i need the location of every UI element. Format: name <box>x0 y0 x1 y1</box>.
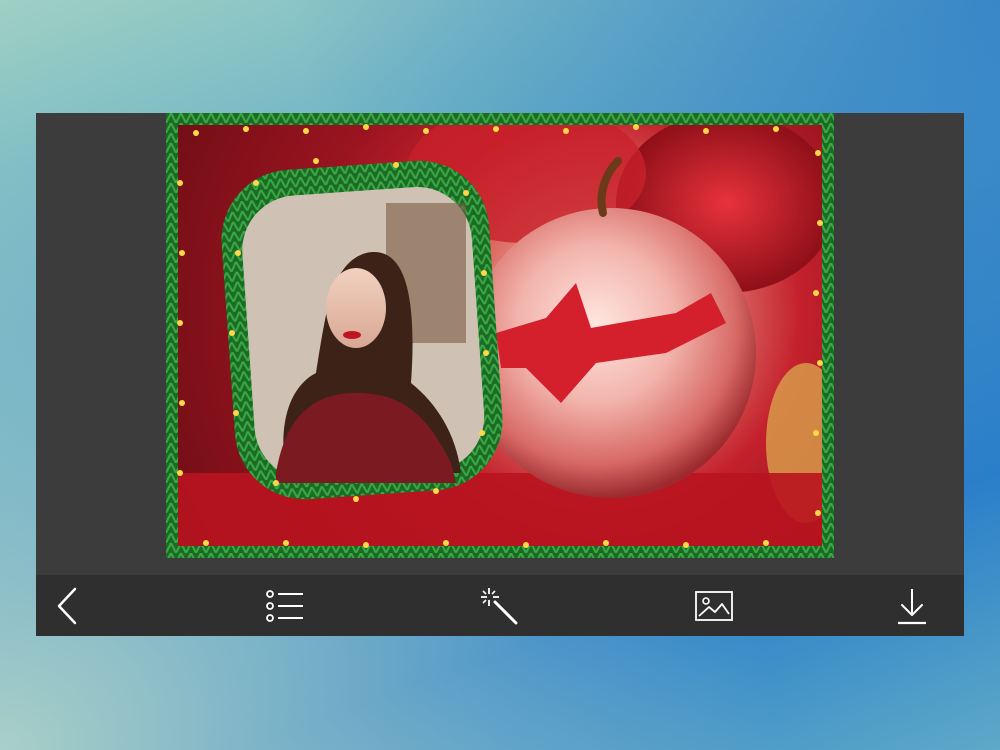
gallery-button[interactable] <box>692 585 736 627</box>
bottom-toolbar <box>36 575 964 636</box>
download-icon <box>898 589 926 625</box>
editor-canvas <box>36 113 964 575</box>
app-window <box>36 113 964 636</box>
effects-button[interactable] <box>477 585 521 627</box>
framed-photo-preview[interactable] <box>166 113 834 558</box>
back-button[interactable] <box>46 585 90 627</box>
photo-artwork <box>166 113 834 558</box>
chevron-left-icon <box>57 587 77 625</box>
download-button[interactable] <box>890 585 934 627</box>
image-icon <box>695 591 733 621</box>
list-icon <box>266 590 303 622</box>
magic-wand-icon <box>481 588 518 625</box>
frames-list-button[interactable] <box>263 585 307 627</box>
